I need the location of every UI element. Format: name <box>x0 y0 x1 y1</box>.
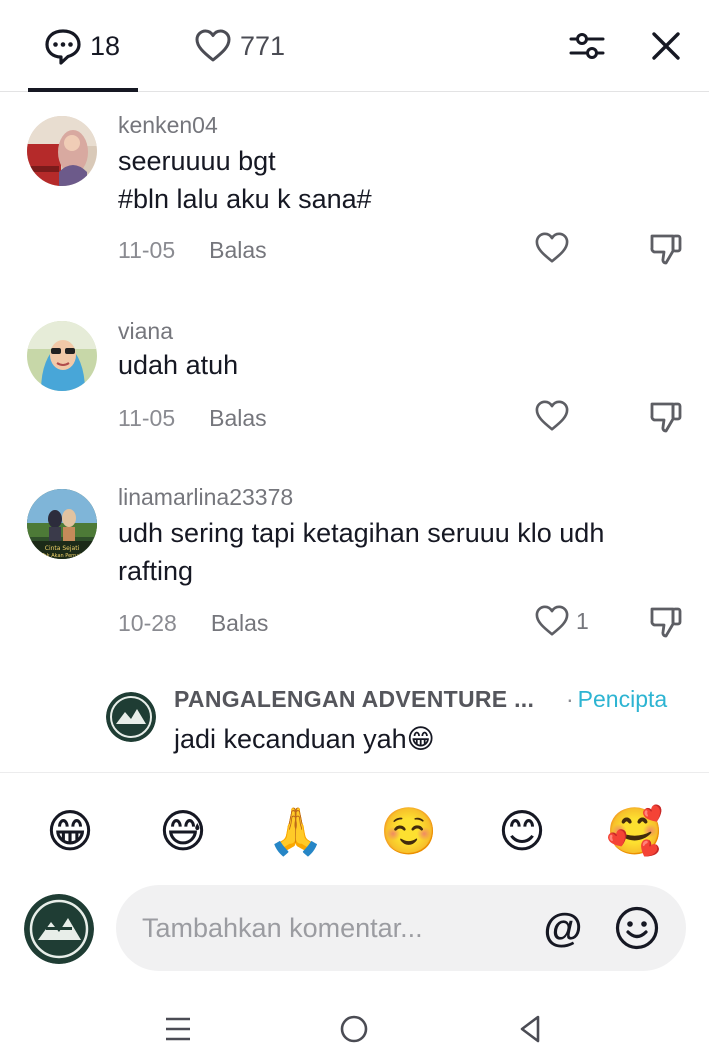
like-button[interactable] <box>534 230 594 266</box>
menu-lines-icon <box>166 1017 190 1041</box>
thumbs-down-icon <box>650 607 682 638</box>
nav-back-button[interactable] <box>510 1009 550 1049</box>
reply-button[interactable]: Balas <box>209 237 267 264</box>
emoji-picker-button[interactable] <box>614 905 660 951</box>
comment-username[interactable]: viana <box>118 318 173 345</box>
emoji-pray[interactable]: 🙏 <box>266 801 326 861</box>
comment-meta: 11-05 Balas <box>118 237 267 264</box>
comments-header: 18 771 <box>0 0 709 92</box>
filter-button[interactable] <box>567 26 607 66</box>
reply-button[interactable]: Balas <box>209 405 267 432</box>
emoji-hearts-face[interactable]: 🥰 <box>605 801 665 861</box>
reply-button[interactable]: Balas <box>211 610 269 637</box>
thumbs-down-icon <box>650 234 682 265</box>
comment-text: udh sering tapi ketagihan seruuu klo udh… <box>118 518 605 586</box>
emoji-grin[interactable]: 😁 <box>40 801 100 861</box>
reply-username[interactable]: PANGALENGAN ADVENTURE ... <box>174 686 534 713</box>
heart-icon <box>535 232 569 263</box>
avatar[interactable]: Cinta Sejati Tak Akan Pernah <box>27 489 97 559</box>
comment-date: 10-28 <box>118 610 177 636</box>
comment-meta: 10-28 Balas <box>118 610 268 637</box>
home-circle-icon <box>340 1015 368 1043</box>
comment-username[interactable]: linamarlina23378 <box>118 484 293 511</box>
smiley-icon <box>615 906 659 950</box>
comment-input[interactable] <box>142 907 542 949</box>
quick-emoji-bar: 😁 😅 🙏 ☺️ 😊 🥰 <box>0 801 709 861</box>
creator-badge: · Pencipta <box>566 686 668 712</box>
avatar[interactable] <box>27 116 97 186</box>
dislike-button[interactable] <box>648 230 684 266</box>
emoji-blush[interactable]: 😊 <box>492 801 552 861</box>
avatar[interactable] <box>27 321 97 391</box>
comment-username[interactable]: kenken04 <box>118 112 218 139</box>
dislike-button[interactable] <box>648 398 684 434</box>
svg-text:Tak Akan Pernah: Tak Akan Pernah <box>40 553 82 559</box>
comment-text: seeruuuu bgt #bln lalu aku k sana# <box>118 146 372 214</box>
heart-icon <box>195 29 231 62</box>
svg-text:Cinta Sejati: Cinta Sejati <box>45 545 80 552</box>
creator-avatar[interactable] <box>106 692 156 742</box>
active-tab-indicator <box>28 88 138 92</box>
close-icon <box>652 32 680 60</box>
back-triangle-icon <box>520 1015 540 1043</box>
user-avatar[interactable] <box>24 894 94 964</box>
comment-date: 11-05 <box>118 237 176 263</box>
comment-input-box[interactable]: @ <box>116 885 686 971</box>
comment-meta: 11-05 Balas <box>118 405 267 432</box>
like-count: 1 <box>576 607 589 634</box>
close-button[interactable] <box>646 26 686 66</box>
mention-button[interactable]: @ <box>540 905 586 951</box>
tab-likes[interactable]: 771 <box>194 25 285 67</box>
reply-text: jadi kecanduan yah😁 <box>174 724 435 754</box>
comment-date: 11-05 <box>118 405 176 431</box>
like-button[interactable]: 1 <box>534 603 594 639</box>
sliders-icon <box>569 33 605 59</box>
emoji-blush-relaxed[interactable]: ☺️ <box>379 801 439 861</box>
heart-icon <box>535 605 569 636</box>
likes-count: 771 <box>240 30 286 61</box>
comments-count: 18 <box>90 30 121 61</box>
thumbs-down-icon <box>650 402 682 433</box>
tab-comments[interactable]: 18 <box>44 25 120 67</box>
system-nav-bar <box>0 991 709 1063</box>
like-button[interactable] <box>534 398 594 434</box>
emoji-sweat-smile[interactable]: 😅 <box>153 801 213 861</box>
nav-home-button[interactable] <box>334 1009 374 1049</box>
comment-composer: 😁 😅 🙏 ☺️ 😊 🥰 @ <box>0 772 709 1063</box>
comment-text: udah atuh <box>118 350 239 380</box>
heart-icon <box>535 400 569 431</box>
comment-bubble-icon <box>45 29 81 65</box>
nav-recents-button[interactable] <box>158 1009 198 1049</box>
dislike-button[interactable] <box>648 603 684 639</box>
